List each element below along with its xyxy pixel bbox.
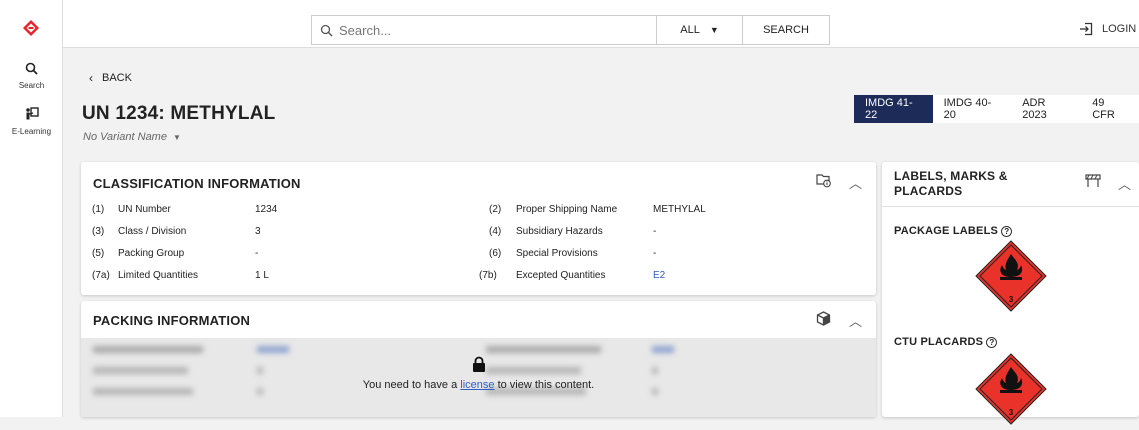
hazard-label-flammable: 3: [975, 240, 1047, 317]
row-label: Limited Quantities: [118, 270, 199, 281]
placard-icon[interactable]: [1085, 174, 1101, 193]
page-title: UN 1234: METHYLAL: [82, 103, 276, 124]
row-num: (1): [92, 204, 105, 215]
help-icon[interactable]: ?: [1001, 225, 1013, 237]
search-box[interactable]: [311, 15, 656, 45]
back-label: BACK: [102, 72, 132, 84]
package-icon[interactable]: [816, 311, 831, 331]
labels-title-line2: PLACARDS: [894, 184, 963, 198]
row-label: Packing Group: [118, 248, 185, 259]
locked-content-area: [81, 338, 876, 417]
label-class-number: 3: [1009, 295, 1014, 304]
row-num: (7b): [479, 270, 497, 281]
sidebar-item-e-learning[interactable]: E-Learning: [0, 107, 63, 136]
excepted-quantities-link[interactable]: E2: [653, 270, 665, 281]
row-num: (5): [92, 248, 105, 259]
row-value: 3: [255, 226, 261, 237]
row-label: Subsidiary Hazards: [516, 226, 603, 237]
row-num: (7a): [92, 270, 110, 281]
row-value: -: [653, 226, 657, 237]
scope-dropdown[interactable]: ALL ▼: [656, 15, 743, 45]
labels-title-line1: LABELS, MARKS &: [894, 169, 1008, 183]
labels-card: LABELS, MARKS & PLACARDS ︿ PACKAGE LABEL…: [882, 162, 1139, 425]
caret-down-icon: ▼: [709, 25, 719, 35]
search-button[interactable]: SEARCH: [743, 15, 830, 45]
locked-message: You need to have a license to view this …: [81, 379, 876, 391]
login-icon: [1080, 22, 1093, 36]
row-label: Excepted Quantities: [516, 270, 606, 281]
row-num: (4): [489, 226, 502, 237]
classification-title: CLASSIFICATION INFORMATION: [93, 176, 301, 191]
sidebar-item-label: E-Learning: [11, 127, 52, 136]
variant-selector[interactable]: No Variant Name ▼: [83, 131, 181, 143]
variant-label: No Variant Name: [83, 131, 167, 143]
package-labels-label: PACKAGE LABELS: [894, 225, 999, 237]
chevron-left-icon: ‹: [89, 71, 93, 85]
license-link[interactable]: license: [460, 379, 494, 391]
login-button[interactable]: LOGIN: [1079, 22, 1136, 36]
row-label: Proper Shipping Name: [516, 204, 618, 215]
login-label: LOGIN: [1102, 23, 1137, 35]
collapse-chevron-icon[interactable]: ︿: [849, 173, 862, 192]
package-labels-heading: PACKAGE LABELS ?: [894, 225, 1013, 237]
packing-card: PACKING INFORMATION ︿ You need to have a…: [81, 301, 876, 417]
row-num: (3): [92, 226, 105, 237]
packing-title: PACKING INFORMATION: [93, 313, 251, 328]
row-num: (6): [489, 248, 502, 259]
row-label: Special Provisions: [516, 248, 598, 259]
sidebar-item-search[interactable]: Search: [0, 62, 63, 90]
version-tabs: IMDG 41-22 IMDG 40-20 ADR 2023 49 CFR: [854, 95, 1139, 123]
classification-card: CLASSIFICATION INFORMATION ︿ (1) UN Numb…: [81, 162, 876, 295]
tab-adr-2023[interactable]: ADR 2023: [1011, 95, 1081, 123]
row-value: -: [255, 248, 259, 259]
tab-49-cfr[interactable]: 49 CFR: [1081, 95, 1139, 123]
row-value: 1234: [255, 204, 278, 215]
sidebar: Search E-Learning: [0, 0, 63, 417]
collapse-chevron-icon[interactable]: ︿: [1118, 174, 1131, 193]
collapse-chevron-icon[interactable]: ︿: [849, 311, 862, 330]
locked-message-suffix: to view this content.: [494, 379, 595, 391]
row-value: METHYLAL: [653, 204, 706, 215]
lock-icon: [472, 356, 486, 378]
row-label: UN Number: [118, 204, 171, 215]
ctu-placards-label: CTU PLACARDS: [894, 336, 984, 348]
tab-imdg-40-20[interactable]: IMDG 40-20: [933, 95, 1012, 123]
e-learning-icon: [25, 107, 39, 120]
info-doc-icon[interactable]: [816, 173, 832, 193]
help-icon[interactable]: ?: [986, 336, 998, 348]
row-num: (2): [489, 204, 502, 215]
divider: [882, 206, 1139, 207]
scope-value: ALL: [680, 24, 700, 36]
row-value: -: [653, 248, 657, 259]
sidebar-item-label: Search: [18, 81, 45, 90]
search-input[interactable]: [339, 22, 639, 38]
hazard-placard-flammable: 3: [975, 353, 1047, 430]
ctu-placards-heading: CTU PLACARDS ?: [894, 336, 998, 348]
back-link[interactable]: ‹ BACK: [89, 71, 132, 85]
logo-icon[interactable]: [23, 20, 39, 41]
tab-imdg-41-22[interactable]: IMDG 41-22: [854, 95, 933, 123]
row-value: 1 L: [255, 270, 269, 281]
search-icon: [25, 62, 38, 75]
placard-class-number: 3: [1009, 408, 1014, 417]
top-bar: ALL ▼ SEARCH LOGIN: [63, 0, 1139, 48]
locked-message-prefix: You need to have a: [362, 379, 461, 391]
caret-down-icon: ▼: [173, 133, 181, 142]
row-label: Class / Division: [118, 226, 187, 237]
search-icon: [320, 24, 333, 36]
labels-title: LABELS, MARKS & PLACARDS: [894, 169, 1008, 199]
